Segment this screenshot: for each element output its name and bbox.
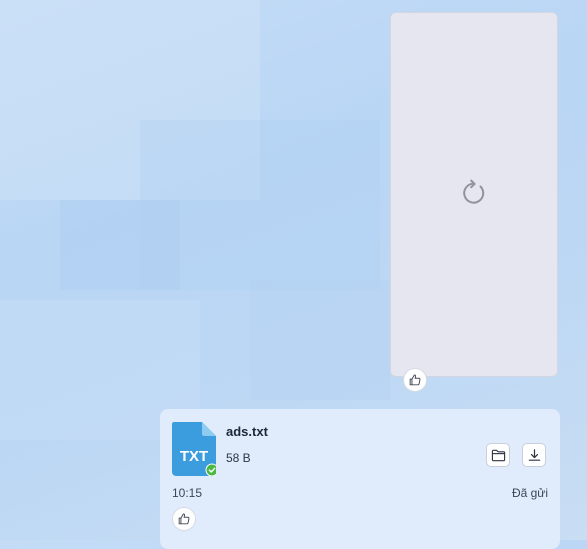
- background-shape: [140, 120, 380, 290]
- reaction-button[interactable]: [172, 507, 196, 531]
- thumbs-up-icon: [178, 513, 190, 525]
- refresh-icon: [463, 179, 485, 204]
- download-icon: [528, 448, 540, 461]
- thumbs-up-icon: [409, 374, 421, 386]
- message-time: 10:15: [172, 486, 203, 500]
- file-type-label: TXT: [180, 448, 208, 465]
- message-status: Đã gửi: [511, 486, 548, 500]
- background-shape: [250, 280, 390, 400]
- background-shape: [60, 200, 180, 290]
- txt-file-icon: TXT: [172, 422, 216, 476]
- background-shape: [0, 0, 260, 200]
- file-name[interactable]: ads.txt: [226, 424, 268, 439]
- open-folder-button[interactable]: [486, 443, 510, 467]
- reaction-button[interactable]: [403, 368, 427, 392]
- file-message[interactable]: TXT ads.txt 58 B 10:15 Đã gửi: [160, 409, 560, 549]
- download-button[interactable]: [522, 443, 546, 467]
- image-message-loading[interactable]: [390, 12, 558, 377]
- folder-icon: [491, 449, 505, 461]
- file-size: 58 B: [226, 451, 251, 465]
